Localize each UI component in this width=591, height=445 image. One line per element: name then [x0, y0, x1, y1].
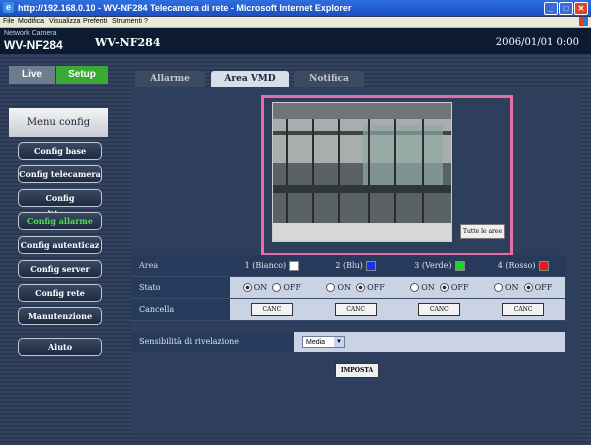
model-label: WV-NF284	[4, 38, 63, 52]
area-1-stato: ON OFF	[230, 276, 314, 299]
area-2-color-swatch	[365, 260, 376, 271]
sensitivity-label: Sensibilità di rivelazione	[131, 332, 294, 352]
menu-file[interactable]: File	[3, 18, 14, 25]
area-3-header: 3 (Verde)	[397, 255, 482, 277]
sidebar: Live Setup Menu config Config base Confi…	[0, 55, 117, 445]
sidebar-item-config-multiscreen[interactable]: Config multiscreen	[18, 189, 102, 219]
page-header: Network Camera WV-NF284 WV-NF284 2006/01…	[0, 28, 591, 54]
sidebar-item-manutenzione[interactable]: Manutenzione	[18, 307, 102, 325]
area-4-on-radio[interactable]	[493, 283, 503, 293]
minimize-button[interactable]: _	[544, 2, 558, 15]
menu-strumenti[interactable]: Strumenti	[112, 18, 142, 25]
menu-help[interactable]: ?	[144, 18, 148, 25]
area-2-on-radio[interactable]	[326, 283, 336, 293]
ie-icon: e	[3, 2, 14, 13]
area-3-stato: ON OFF	[397, 276, 482, 299]
tab-notifica[interactable]: Notifica	[294, 71, 364, 87]
stato-row: Stato ON OFF ON OFF ON OFF ON OFF	[131, 276, 565, 299]
page-title: WV-NF284	[95, 36, 161, 49]
sensitivity-row: Sensibilità di rivelazione Media ▼	[131, 332, 565, 352]
area-4-stato: ON OFF	[481, 276, 565, 299]
area-1-canc-button[interactable]: CANC	[250, 303, 293, 316]
vmd-panel: Tutte le aree Area 1 (Bianco) 2 (Blu) 3 …	[131, 87, 581, 434]
area-1-off-radio[interactable]	[272, 283, 282, 293]
sidebar-item-config-base[interactable]: Config base	[18, 142, 102, 160]
area-1-header: 1 (Bianco)	[230, 255, 314, 277]
window-titlebar: e http://192.168.0.10 - WV-NF284 Telecam…	[0, 0, 591, 16]
menu-config-title: Menu config	[9, 108, 108, 137]
datetime: 2006/01/01 0:00	[495, 37, 579, 48]
tab-area-vmd[interactable]: Area VMD	[211, 71, 289, 87]
setup-button[interactable]: Setup	[56, 66, 108, 84]
sensitivity-select[interactable]: Media ▼	[302, 336, 345, 348]
area-3-canc-button[interactable]: CANC	[418, 303, 461, 316]
window-title: http://192.168.0.10 - WV-NF284 Telecamer…	[18, 3, 352, 13]
close-button[interactable]: ✕	[574, 2, 588, 15]
menu-bar: File Modifica Visualizza Preferiti Strum…	[0, 17, 591, 28]
sidebar-item-config-allarme[interactable]: Config allarme	[18, 212, 102, 230]
area-3-on-radio[interactable]	[410, 283, 420, 293]
area-3-off-radio[interactable]	[439, 283, 449, 293]
stato-label: Stato	[131, 276, 230, 299]
sidebar-item-aiuto[interactable]: Aiuto	[18, 338, 102, 356]
sidebar-item-config-telecamera[interactable]: Config telecamera	[18, 165, 102, 183]
area-2-canc-button[interactable]: CANC	[334, 303, 377, 316]
sidebar-item-config-server[interactable]: Config server	[18, 260, 102, 278]
camera-scene-graphic	[273, 103, 451, 241]
area-1-color-swatch	[289, 260, 300, 271]
tab-allarme[interactable]: Allarme	[135, 71, 205, 87]
area-table: Area 1 (Bianco) 2 (Blu) 3 (Verde) 4 (Ros…	[131, 255, 565, 321]
sensitivity-value: Media	[306, 339, 326, 346]
area-4-off-radio[interactable]	[523, 283, 533, 293]
cancella-row: Cancella CANC CANC CANC CANC	[131, 298, 565, 321]
area-header-row: Area 1 (Bianco) 2 (Blu) 3 (Verde) 4 (Ros…	[131, 255, 565, 277]
area-2-header: 2 (Blu)	[313, 255, 398, 277]
chevron-down-icon: ▼	[334, 337, 344, 347]
menu-visualizza[interactable]: Visualizza	[49, 18, 80, 25]
area-3-color-swatch	[454, 260, 465, 271]
area-4-canc-button[interactable]: CANC	[502, 303, 545, 316]
area-4-header: 4 (Rosso)	[481, 255, 565, 277]
area-4-color-swatch	[538, 260, 549, 271]
camera-image[interactable]	[272, 102, 452, 242]
sidebar-item-config-rete[interactable]: Config rete	[18, 284, 102, 302]
area-1-on-radio[interactable]	[242, 283, 252, 293]
sidebar-item-config-autenticaz[interactable]: Config autenticaz	[18, 236, 102, 254]
menu-modifica[interactable]: Modifica	[18, 18, 44, 25]
imposta-button[interactable]: IMPOSTA	[335, 363, 379, 378]
all-areas-button[interactable]: Tutte le aree	[460, 224, 505, 239]
windows-flag-icon	[579, 17, 588, 26]
maximize-button[interactable]: □	[559, 2, 573, 15]
menu-preferiti[interactable]: Preferiti	[83, 18, 107, 25]
area-2-off-radio[interactable]	[356, 283, 366, 293]
brand-label: Network Camera	[4, 30, 57, 37]
area-label: Area	[131, 255, 230, 277]
live-button[interactable]: Live	[9, 66, 55, 84]
area-2-stato: ON OFF	[313, 276, 398, 299]
cancella-label: Cancella	[131, 298, 230, 321]
camera-viewer-frame: Tutte le aree	[261, 95, 513, 256]
